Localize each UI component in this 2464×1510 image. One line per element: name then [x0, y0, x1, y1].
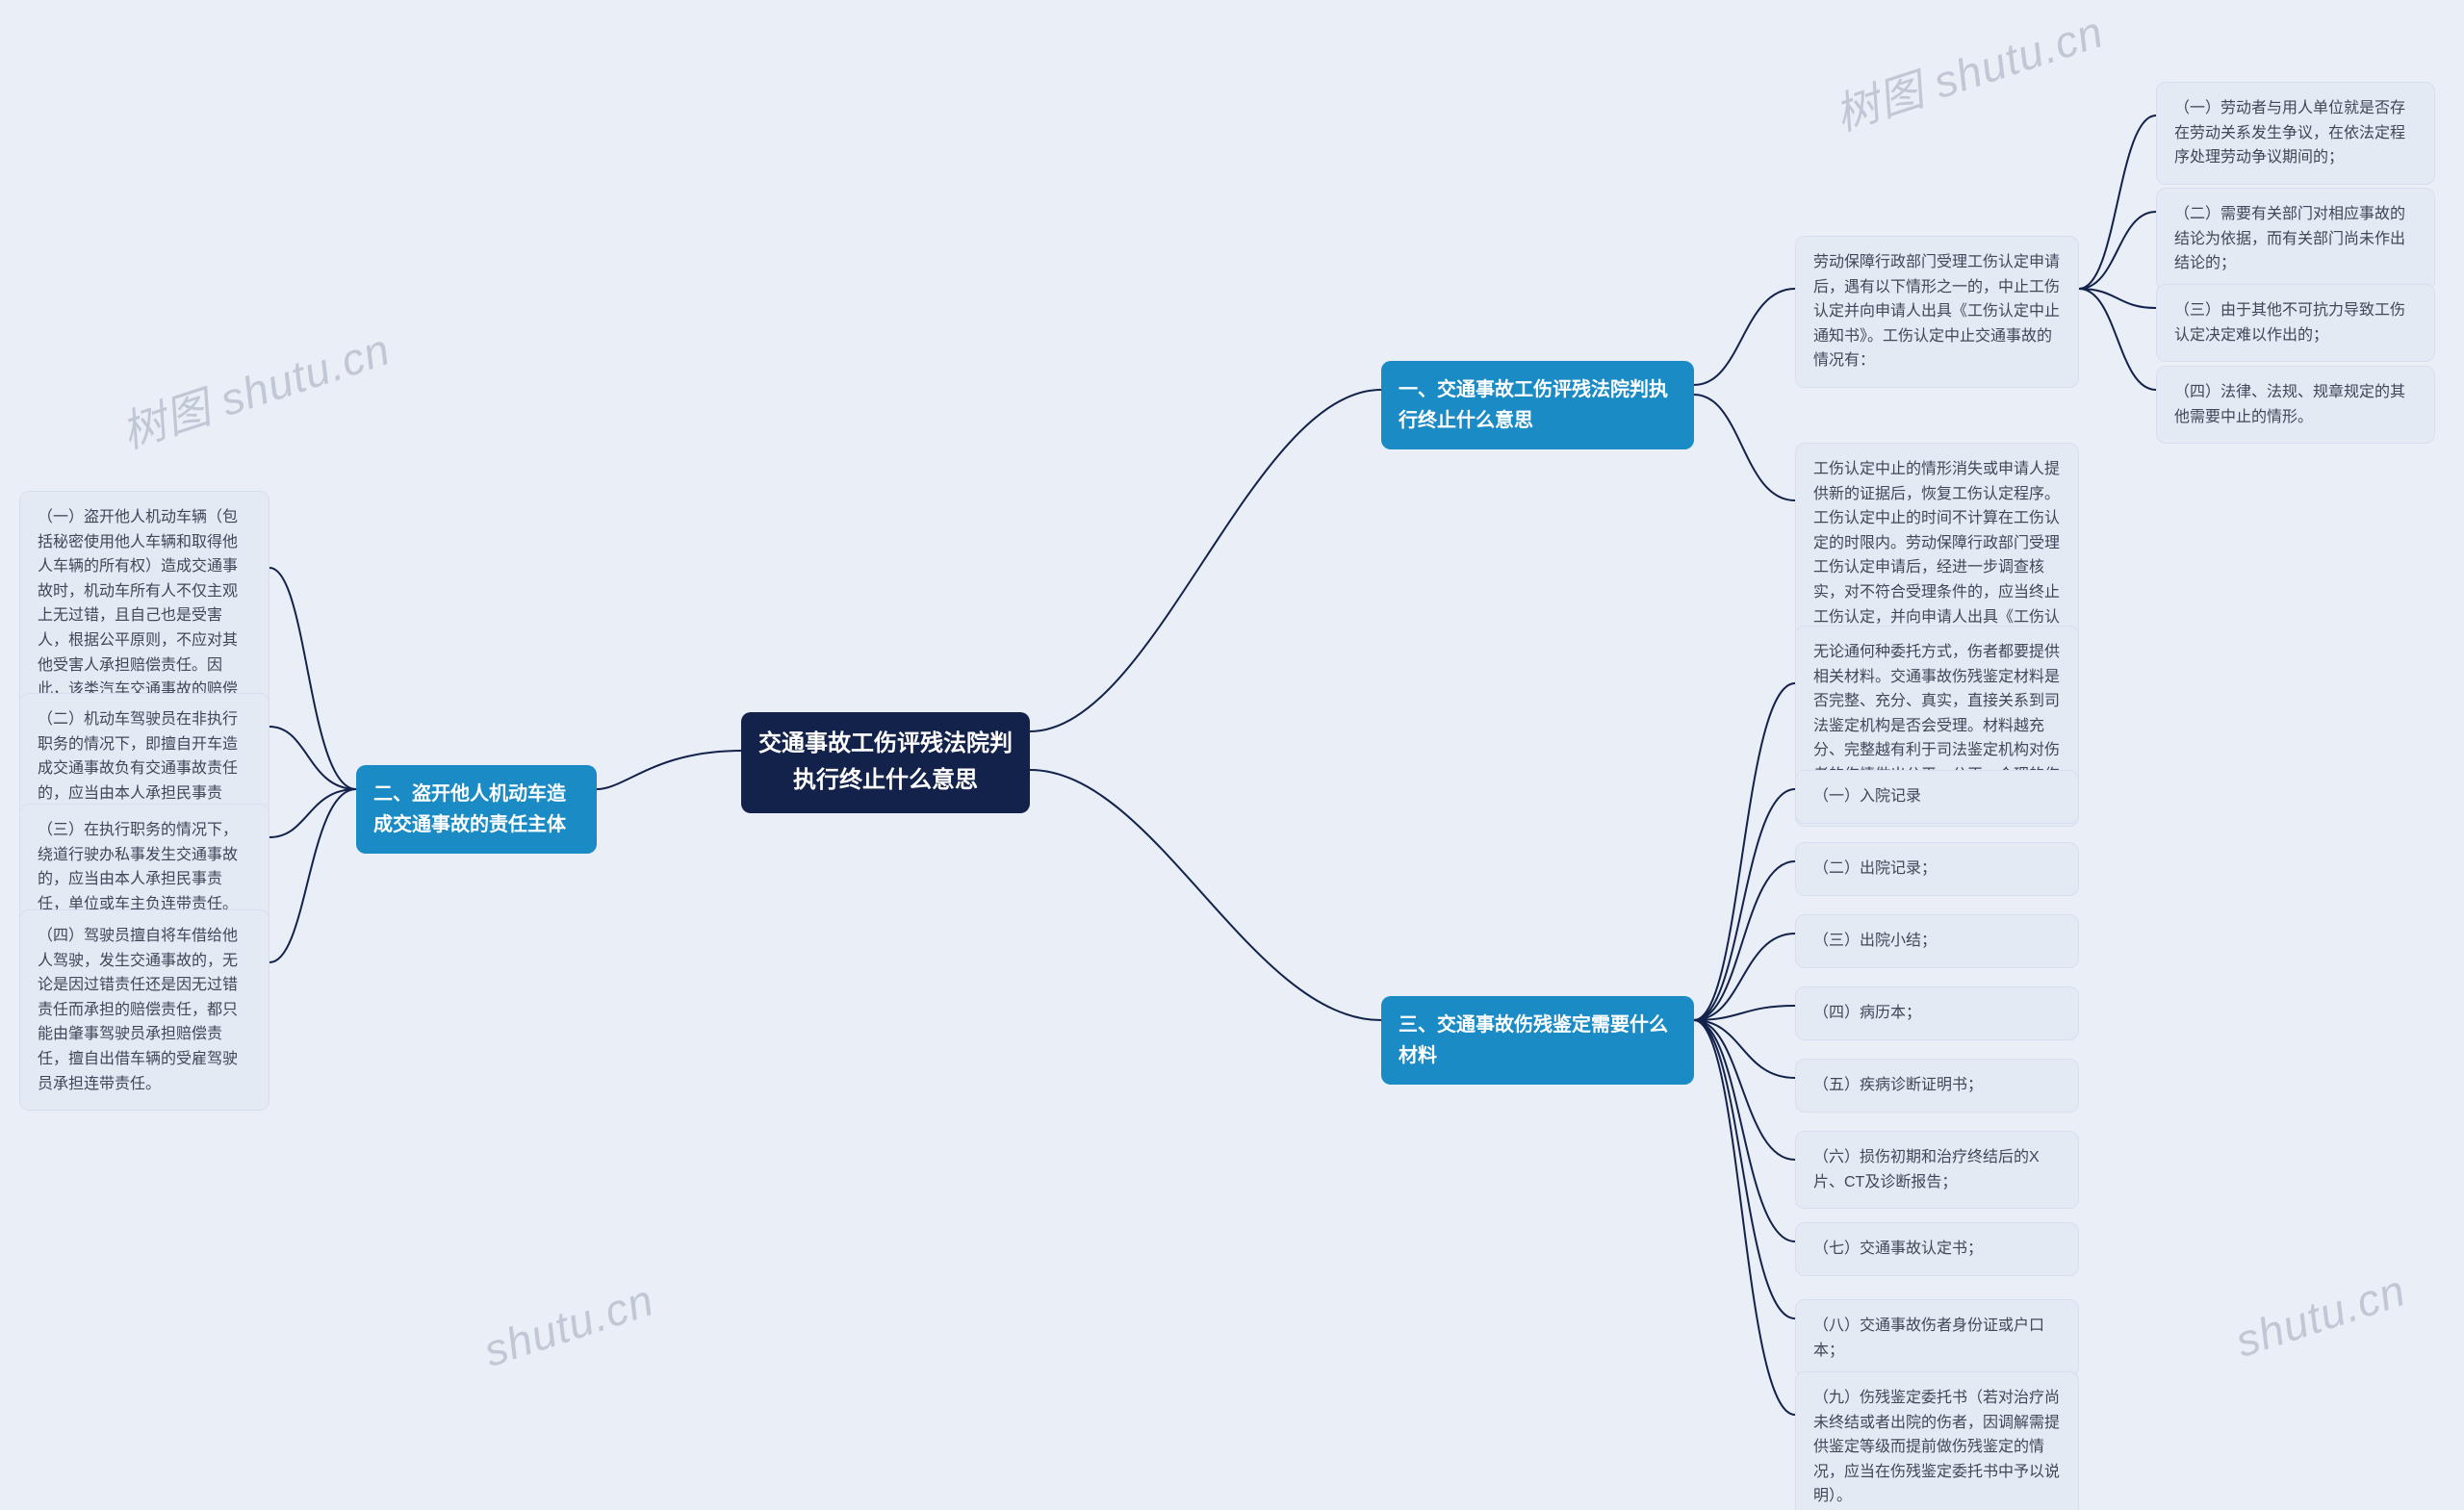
branch-3-leaf-9: （九）伤残鉴定委托书（若对治疗尚未终结或者出院的伤者，因调解需提供鉴定等级而提前…	[1795, 1371, 2079, 1510]
watermark-3: 树图 shutu.cn	[1826, 0, 2111, 143]
branch-3[interactable]: 三、交通事故伤残鉴定需要什么材料	[1381, 996, 1694, 1085]
branch-3-leaf-1: （一）入院记录	[1795, 770, 2079, 824]
branch-1[interactable]: 一、交通事故工伤评残法院判执行终止什么意思	[1381, 361, 1694, 449]
branch-3-leaf-4: （四）病历本；	[1795, 986, 2079, 1040]
connector-lines	[0, 0, 2464, 1510]
branch-1-leaf-4: （四）法律、法规、规章规定的其他需要中止的情形。	[2156, 366, 2435, 444]
branch-3-leaf-2: （二）出院记录；	[1795, 842, 2079, 896]
watermark-1: 树图 shutu.cn	[113, 315, 398, 461]
branch-1-leaf-3: （三）由于其他不可抗力导致工伤认定决定难以作出的；	[2156, 284, 2435, 362]
branch-3-leaf-5: （五）疾病诊断证明书；	[1795, 1059, 2079, 1113]
root-node[interactable]: 交通事故工伤评残法院判 执行终止什么意思	[741, 712, 1030, 813]
branch-1-summary-a: 劳动保障行政部门受理工伤认定申请后，遇有以下情形之一的，中止工伤认定并向申请人出…	[1795, 236, 2079, 388]
branch-3-leaf-8: （八）交通事故伤者身份证或户口本；	[1795, 1299, 2079, 1377]
branch-3-leaf-6: （六）损伤初期和治疗终结后的X片、CT及诊断报告；	[1795, 1131, 2079, 1209]
branch-3-leaf-7: （七）交通事故认定书；	[1795, 1222, 2079, 1276]
branch-1-leaf-2: （二）需要有关部门对相应事故的结论为依据，而有关部门尚未作出结论的；	[2156, 188, 2435, 291]
watermark-2: shutu.cn	[477, 1273, 660, 1377]
branch-3-leaf-3: （三）出院小结；	[1795, 914, 2079, 968]
watermark-4: shutu.cn	[2229, 1264, 2412, 1368]
branch-2[interactable]: 二、盗开他人机动车造成交通事故的责任主体	[356, 765, 597, 854]
branch-2-leaf-4: （四）驾驶员擅自将车借给他人驾驶，发生交通事故的，无论是因过错责任还是因无过错责…	[19, 909, 270, 1111]
branch-1-leaf-1: （一）劳动者与用人单位就是否存在劳动关系发生争议，在依法定程序处理劳动争议期间的…	[2156, 82, 2435, 185]
